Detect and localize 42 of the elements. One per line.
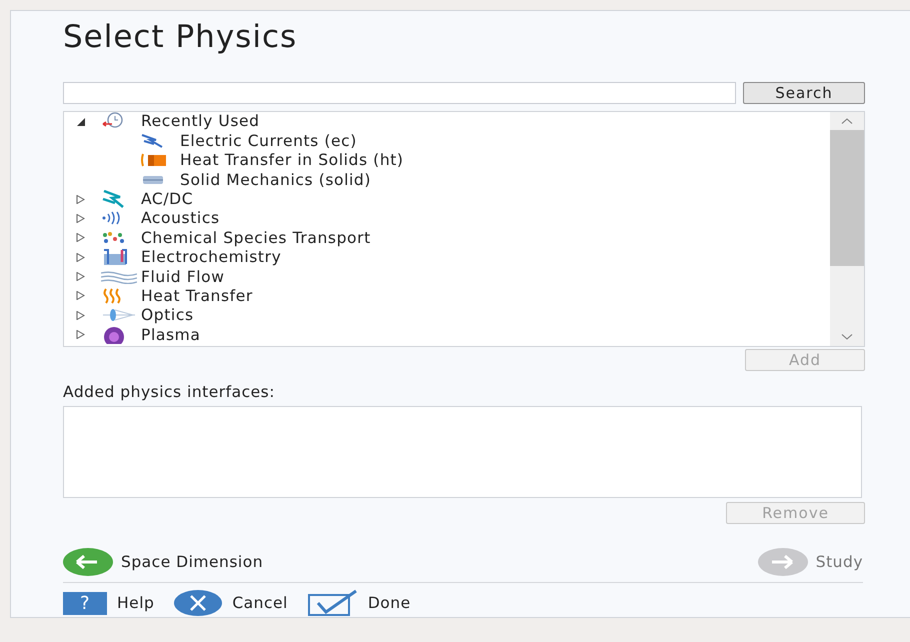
back-button[interactable]: Space Dimension (63, 548, 264, 576)
help-icon: ? (63, 592, 107, 614)
tree-item[interactable]: Heat Transfer in Solids (ht) (180, 151, 404, 170)
tree-item[interactable]: Recently Used (141, 112, 260, 130)
done-button[interactable]: Done (308, 589, 411, 617)
tree-item[interactable]: Acoustics (141, 209, 220, 228)
scroll-up-icon[interactable] (841, 118, 853, 124)
scrollbar[interactable] (830, 112, 864, 346)
collapse-triangle-icon[interactable] (76, 116, 85, 126)
search-field[interactable] (63, 82, 736, 104)
waves-icon (101, 270, 137, 284)
lens-icon (101, 308, 135, 322)
tree-item[interactable]: Electric Currents (ec) (180, 132, 357, 150)
beaker-icon (101, 248, 129, 266)
section-label: Added physics interfaces: (63, 383, 276, 402)
help-button[interactable]: ? Help (63, 589, 154, 617)
expand-triangle-icon[interactable] (76, 330, 85, 340)
cancel-button[interactable]: Cancel (174, 589, 288, 617)
expand-triangle-icon[interactable] (76, 194, 85, 204)
tree-item[interactable]: Chemical Species Transport (141, 228, 371, 247)
plasma-icon (101, 326, 127, 344)
block-icon (140, 152, 168, 168)
scroll-down-icon[interactable] (841, 334, 853, 340)
search-button[interactable]: Search (743, 82, 865, 104)
expand-triangle-icon[interactable] (76, 291, 85, 300)
tree-item[interactable]: Electrochemistry (141, 248, 282, 266)
expand-triangle-icon[interactable] (76, 252, 85, 262)
tree-item[interactable]: Optics (141, 306, 194, 324)
tree-item[interactable]: Plasma (141, 326, 200, 344)
lightning-icon (101, 190, 125, 208)
heat-icon (101, 288, 123, 304)
tree-item[interactable]: AC/DC (141, 190, 194, 208)
expand-triangle-icon[interactable] (76, 233, 85, 242)
dots-icon (101, 230, 127, 245)
expand-triangle-icon[interactable] (76, 214, 85, 223)
expand-triangle-icon[interactable] (76, 272, 85, 282)
expand-triangle-icon[interactable] (76, 310, 85, 320)
tree-item[interactable]: Heat Transfer (141, 286, 253, 305)
tree-item[interactable]: Fluid Flow (141, 268, 224, 286)
dialog-title: Select Physics (63, 19, 298, 57)
tree-item[interactable]: Solid Mechanics (solid) (180, 170, 372, 189)
checkbox-check-icon (308, 589, 358, 617)
